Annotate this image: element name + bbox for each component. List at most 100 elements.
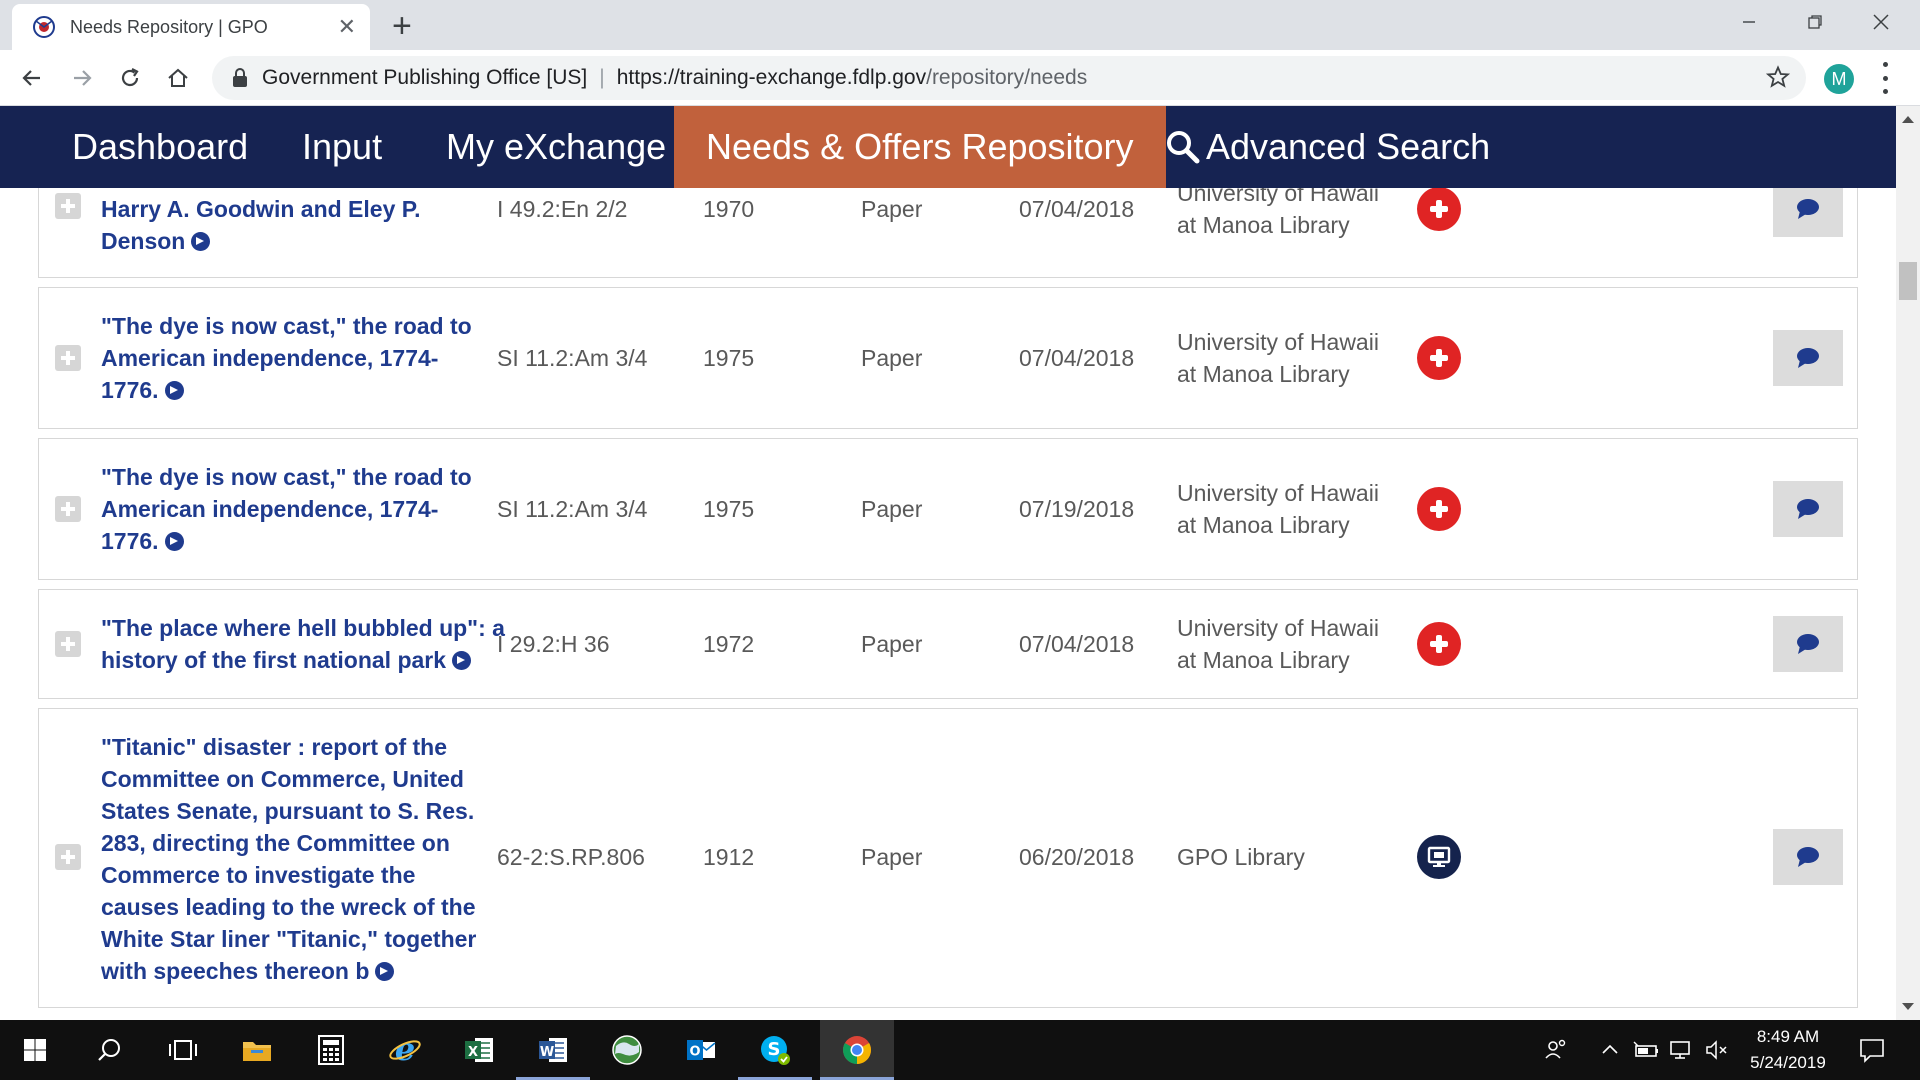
- people-icon[interactable]: [1544, 1038, 1568, 1067]
- browser-menu-icon[interactable]: [1880, 62, 1890, 94]
- row-date: 07/04/2018: [1019, 196, 1135, 222]
- comment-icon: [1797, 847, 1819, 867]
- bookmark-star-icon[interactable]: [1766, 65, 1790, 89]
- arrow-circle-right-icon: [452, 651, 472, 670]
- scrollbar-thumb[interactable]: [1899, 262, 1917, 300]
- row-library: University of Hawaii at Manoa Library: [1177, 188, 1379, 238]
- row-sudoc: 62-2:S.RP.806: [497, 844, 645, 870]
- taskbar-search-icon[interactable]: [72, 1020, 146, 1080]
- arrow-circle-right-icon: [164, 532, 184, 551]
- profile-avatar[interactable]: M: [1824, 64, 1854, 94]
- excel-icon[interactable]: X: [442, 1020, 516, 1080]
- table-row: "The dye is now cast," the road to Ameri…: [38, 438, 1858, 580]
- reload-icon[interactable]: [112, 60, 148, 96]
- notifications-icon[interactable]: [1858, 1036, 1886, 1069]
- restore-icon[interactable]: [1782, 0, 1848, 44]
- row-format: Paper: [861, 196, 923, 222]
- address-bar[interactable]: Government Publishing Office [US] | http…: [212, 56, 1806, 100]
- network-icon[interactable]: [1668, 1038, 1696, 1067]
- row-title-link[interactable]: "The dye is now cast," the road to Ameri…: [101, 310, 491, 406]
- row-library: University of Hawaii at Manoa Library: [1177, 615, 1379, 673]
- comment-icon: [1797, 499, 1819, 519]
- row-title-link[interactable]: Harry A. Goodwin and Eley P. Denson: [101, 193, 491, 257]
- file-explorer-icon[interactable]: [220, 1020, 294, 1080]
- internet-explorer-icon[interactable]: e: [368, 1020, 442, 1080]
- scroll-up-arrow-icon[interactable]: [1902, 116, 1914, 123]
- red-cross-icon: [1417, 336, 1461, 380]
- row-format: Paper: [861, 496, 923, 522]
- row-library: University of Hawaii at Manoa Library: [1177, 480, 1379, 538]
- row-sudoc: SI 11.2:Am 3/4: [497, 496, 648, 522]
- tab-title: Needs Repository | GPO: [70, 16, 268, 37]
- comment-button[interactable]: [1773, 188, 1843, 237]
- row-format: Paper: [861, 345, 923, 371]
- outlook-icon[interactable]: O: [664, 1020, 738, 1080]
- skype-icon[interactable]: S: [738, 1020, 812, 1080]
- table-row: "The place where hell bubbled up": a his…: [38, 589, 1858, 699]
- forward-arrow-icon[interactable]: [64, 60, 100, 96]
- advanced-search-label: Advanced Search: [1206, 126, 1491, 167]
- volume-muted-icon[interactable]: [1704, 1038, 1730, 1067]
- home-icon[interactable]: [160, 60, 196, 96]
- taskbar-clock[interactable]: 8:49 AM 5/24/2019: [1740, 1024, 1836, 1076]
- row-sudoc: I 29.2:H 36: [497, 631, 610, 657]
- row-format: Paper: [861, 844, 923, 870]
- url-path: /repository/needs: [926, 66, 1088, 89]
- nav-my-exchange[interactable]: My eXchange: [446, 106, 666, 188]
- svg-text:X: X: [468, 1045, 478, 1060]
- tab-close-icon[interactable]: ✕: [338, 14, 356, 40]
- browser-toolbar: Government Publishing Office [US] | http…: [0, 50, 1920, 106]
- nav-dashboard[interactable]: Dashboard: [72, 106, 248, 188]
- task-view-icon[interactable]: [146, 1020, 220, 1080]
- globe-app-icon[interactable]: [590, 1020, 664, 1080]
- red-cross-icon: [1417, 188, 1461, 231]
- back-arrow-icon[interactable]: [14, 60, 50, 96]
- row-library: University of Hawaii at Manoa Library: [1177, 329, 1379, 387]
- row-title-link[interactable]: "The dye is now cast," the road to Ameri…: [101, 461, 491, 557]
- expand-row-icon[interactable]: [55, 844, 81, 870]
- svg-text:O: O: [689, 1045, 700, 1060]
- minimize-icon[interactable]: [1716, 0, 1782, 44]
- row-date: 06/20/2018: [1019, 844, 1135, 870]
- arrow-circle-right-icon: [191, 232, 211, 251]
- expand-row-icon[interactable]: [55, 193, 81, 219]
- battery-icon[interactable]: [1632, 1038, 1660, 1067]
- expand-row-icon[interactable]: [55, 496, 81, 522]
- expand-row-icon[interactable]: [55, 631, 81, 657]
- browser-tab[interactable]: Needs Repository | GPO ✕: [12, 4, 370, 50]
- arrow-circle-right-icon: [375, 962, 395, 981]
- row-title-link[interactable]: "Titanic" disaster : report of the Commi…: [101, 731, 491, 987]
- nav-advanced-search[interactable]: Advanced Search: [1166, 106, 1490, 188]
- comment-button[interactable]: [1773, 829, 1843, 885]
- row-title-text: "The dye is now cast," the road to Ameri…: [101, 464, 472, 554]
- row-title-link[interactable]: "The place where hell bubbled up": a his…: [101, 612, 511, 676]
- arrow-circle-right-icon: [164, 381, 184, 400]
- comment-button[interactable]: [1773, 481, 1843, 537]
- scroll-down-arrow-icon[interactable]: [1902, 1003, 1914, 1010]
- row-year: 1975: [703, 496, 755, 522]
- address-separator: |: [599, 66, 605, 89]
- comment-icon: [1797, 199, 1819, 219]
- word-icon[interactable]: W: [516, 1020, 590, 1080]
- clock-date: 5/24/2019: [1750, 1053, 1826, 1072]
- calculator-icon[interactable]: [294, 1020, 368, 1080]
- comment-button[interactable]: [1773, 330, 1843, 386]
- expand-row-icon[interactable]: [55, 345, 81, 371]
- row-library: GPO Library: [1177, 844, 1305, 870]
- chevron-up-icon[interactable]: [1600, 1038, 1620, 1067]
- new-tab-icon[interactable]: +: [392, 6, 412, 46]
- windows-taskbar: e X W O S 8:49 AM 5/24/2019: [0, 1020, 1920, 1080]
- chrome-icon[interactable]: [820, 1020, 894, 1080]
- row-year: 1972: [703, 631, 755, 657]
- close-window-icon[interactable]: [1848, 0, 1914, 44]
- row-year: 1975: [703, 345, 755, 371]
- gpo-favicon-icon: [33, 16, 55, 38]
- windows-start-icon[interactable]: [0, 1020, 70, 1080]
- nav-needs-offers-repository[interactable]: Needs & Offers Repository: [674, 106, 1166, 188]
- row-title-text: "The place where hell bubbled up": a his…: [101, 615, 505, 673]
- svg-text:W: W: [540, 1045, 554, 1060]
- nav-input[interactable]: Input: [302, 106, 382, 188]
- row-sudoc: I 49.2:En 2/2: [497, 196, 628, 222]
- comment-button[interactable]: [1773, 616, 1843, 672]
- page-scrollbar[interactable]: [1896, 106, 1920, 1020]
